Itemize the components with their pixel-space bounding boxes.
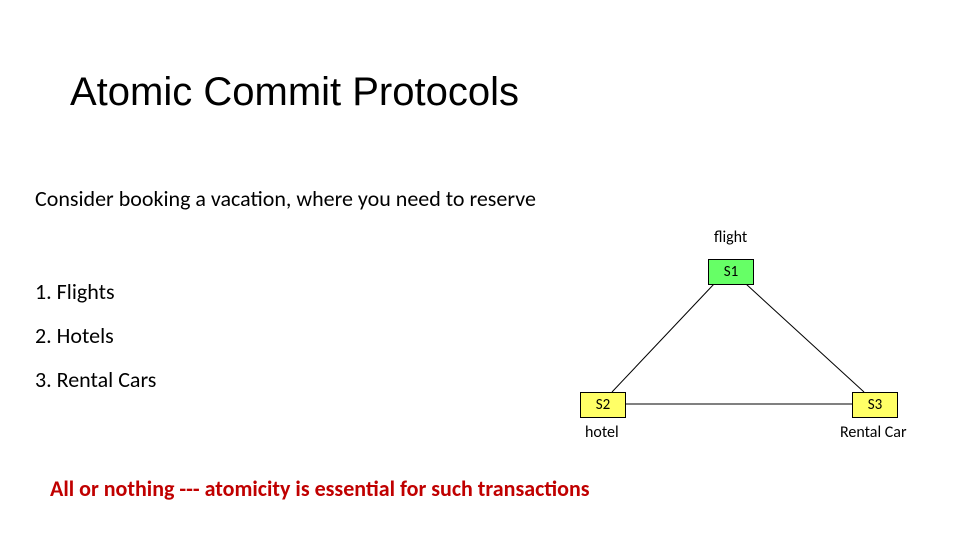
node-s1: S1 [708,259,754,285]
label-rentalcar: Rental Car [840,423,907,442]
page-title: Atomic Commit Protocols [70,70,519,115]
intro-text: Consider booking a vacation, where you n… [35,185,536,212]
label-flight: flight [714,228,747,247]
list-item: 1. Flights [35,278,115,305]
conclusion-text: All or nothing --- atomicity is essentia… [50,475,590,502]
label-hotel: hotel [585,423,619,442]
list-item: 3. Rental Cars [35,366,156,393]
node-s2: S2 [580,392,626,418]
list-item: 2. Hotels [35,322,114,349]
node-s3: S3 [852,392,898,418]
